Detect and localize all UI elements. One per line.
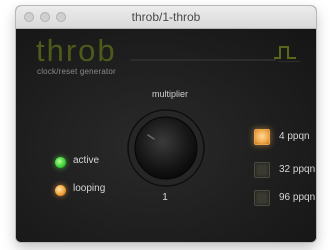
shortcut-hint: clock < L | R > reset: [16, 241, 316, 242]
active-led: [55, 157, 66, 168]
plugin-window: throb/1-throb throb clock/reset generato…: [16, 6, 316, 242]
ppqn-4-label: 4 ppqn: [279, 131, 310, 142]
hint-gt: >: [185, 241, 190, 242]
plugin-logo: throb: [36, 33, 117, 68]
ppqn-4-button[interactable]: [254, 129, 270, 145]
hint-lt: <: [145, 241, 150, 242]
ppqn-96-button[interactable]: [254, 190, 270, 206]
title-bar[interactable]: throb/1-throb: [16, 6, 316, 29]
multiplier-knob[interactable]: [126, 108, 206, 188]
header-divider-tail: [278, 61, 300, 62]
hint-sep: |: [166, 241, 168, 242]
square-pulse-icon: [274, 46, 296, 59]
ppqn-96-label: 96 ppqn: [279, 192, 316, 203]
active-label: active: [73, 155, 100, 166]
plugin-panel: throb clock/reset generator multiplier 1…: [16, 29, 316, 242]
hint-l-key: L: [154, 241, 159, 242]
plugin-tagline: clock/reset generator: [37, 67, 116, 76]
window-title: throb/1-throb: [131, 10, 201, 24]
hint-reset: reset: [192, 241, 210, 242]
looping-led: [55, 185, 66, 196]
hint-clock: clock: [122, 241, 140, 242]
ppqn-32-label: 32 ppqn: [279, 164, 316, 175]
multiplier-label: multiplier: [151, 89, 188, 99]
ppqn-32-button[interactable]: [254, 162, 270, 178]
looping-label: looping: [73, 183, 106, 194]
multiplier-value: 1: [162, 192, 168, 203]
hint-r-key: R: [175, 241, 181, 242]
header-divider: [130, 59, 276, 61]
